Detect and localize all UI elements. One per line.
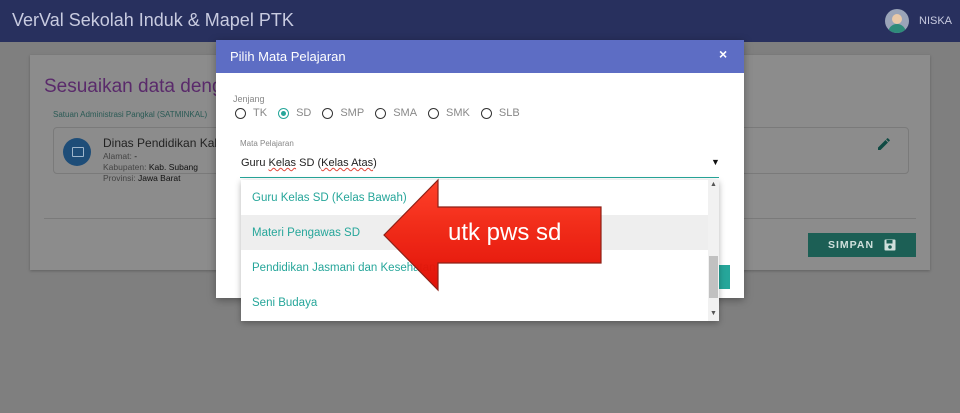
scroll-down-icon[interactable]: ▼: [710, 310, 717, 317]
avatar-head: [892, 14, 902, 24]
radio-circle[interactable]: [375, 107, 387, 119]
floppy-disk-icon: [884, 239, 896, 251]
page-title: Sesuaikan data dengan: [44, 76, 244, 97]
mapel-text-3: SD (: [296, 157, 322, 169]
kabupaten-line: Kabupaten: Kab. Subang: [103, 162, 198, 172]
school-name: Dinas Pendidikan Kab.: [103, 136, 225, 150]
jenjang-label: Jenjang: [233, 94, 265, 104]
dropdown-scrollbar[interactable]: ▲ ▼: [708, 180, 719, 321]
radio-circle[interactable]: [322, 107, 334, 119]
modal-title: Pilih Mata Pelajaran: [230, 49, 346, 64]
radio-sma[interactable]: SMA: [375, 107, 417, 119]
provinsi-line: Provinsi: Jawa Barat: [103, 173, 181, 183]
user-name[interactable]: NISKA: [919, 15, 952, 27]
radio-circle[interactable]: [278, 107, 290, 119]
mata-pelajaran-select[interactable]: Guru Kelas SD (Kelas Atas): [241, 157, 377, 169]
radio-label[interactable]: SMP: [340, 107, 364, 119]
radio-label[interactable]: SMA: [393, 107, 417, 119]
radio-label[interactable]: SD: [296, 107, 311, 119]
provinsi-label: Provinsi:: [103, 173, 136, 183]
radio-label[interactable]: TK: [253, 107, 267, 119]
radio-slb[interactable]: SLB: [480, 107, 520, 119]
provinsi-value: Jawa Barat: [137, 173, 181, 183]
mapel-text-1: Guru: [241, 157, 269, 169]
alamat-line: Alamat: -: [103, 151, 137, 161]
radio-circle[interactable]: [428, 107, 440, 119]
book-icon: [63, 138, 91, 166]
alamat-value: -: [134, 151, 138, 161]
avatar[interactable]: [885, 9, 909, 33]
radio-smp[interactable]: SMP: [322, 107, 364, 119]
radio-tk[interactable]: TK: [235, 107, 267, 119]
radio-circle[interactable]: [480, 107, 492, 119]
mapel-text-4: Kelas Atas: [321, 157, 374, 169]
kabupaten-label: Kabupaten:: [103, 162, 147, 172]
radio-label[interactable]: SMK: [446, 107, 470, 119]
modal-header: Pilih Mata Pelajaran ×: [216, 40, 744, 73]
save-button-label: SIMPAN: [827, 239, 875, 251]
save-button[interactable]: SIMPAN: [808, 233, 916, 257]
avatar-body: [888, 24, 906, 33]
jenjang-radio-group: TK SD SMP SMA SMK SLB: [235, 107, 531, 119]
kabupaten-value: Kab. Subang: [148, 162, 199, 172]
radio-sd[interactable]: SD: [278, 107, 311, 119]
mapel-text-5: ): [373, 157, 377, 169]
dropdown-arrow-icon[interactable]: ▼: [711, 157, 720, 167]
satminkal-label: Satuan Administrasi Pangkal (SATMINKAL): [53, 110, 208, 119]
mapel-text-2: Kelas: [268, 157, 297, 169]
close-icon[interactable]: ×: [719, 46, 727, 62]
edit-pencil-icon[interactable]: [876, 136, 892, 152]
annotation-text: utk pws sd: [448, 219, 562, 246]
alamat-label: Alamat:: [103, 151, 132, 161]
app-title: VerVal Sekolah Induk & Mapel PTK: [12, 10, 294, 30]
radio-smk[interactable]: SMK: [428, 107, 470, 119]
scroll-up-icon[interactable]: ▲: [710, 181, 717, 188]
radio-circle[interactable]: [235, 107, 246, 119]
scrollbar-thumb[interactable]: [709, 256, 718, 298]
mata-pelajaran-label: Mata Pelajaran: [240, 139, 294, 148]
radio-label[interactable]: SLB: [499, 107, 520, 119]
